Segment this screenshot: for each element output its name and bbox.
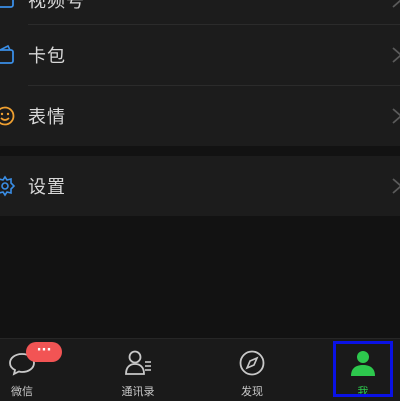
menu-item-emoji[interactable]: 表情 — [0, 86, 400, 146]
menu-group-settings: 设置 — [0, 156, 400, 216]
chevron-right-icon — [392, 178, 400, 194]
tab-label: 通讯录 — [121, 385, 155, 398]
menu-item-label: 表情 — [28, 107, 66, 128]
menu-item-settings[interactable]: 设置 — [0, 156, 400, 216]
chevron-right-icon — [392, 0, 400, 8]
card-wallet-icon — [0, 44, 16, 66]
tab-label: 微信 — [11, 385, 33, 398]
chevron-right-icon — [392, 108, 400, 124]
tab-chats[interactable]: ··· 微信 — [0, 339, 62, 401]
unread-badge: ··· — [26, 342, 62, 362]
compass-icon — [239, 350, 265, 376]
emoji-icon — [0, 105, 16, 127]
menu-item-label: 设置 — [28, 177, 66, 198]
menu-item-card-wallet[interactable]: 卡包 — [0, 25, 400, 85]
menu-group-primary: 视频号 卡包 表情 — [0, 0, 400, 146]
menu-item-label: 卡包 — [28, 46, 66, 67]
tab-contacts[interactable]: 通讯录 — [108, 339, 168, 401]
menu-item-label: 视频号 — [28, 0, 85, 12]
video-icon — [0, 0, 16, 11]
selection-highlight-frame — [333, 341, 393, 397]
settings-icon — [0, 175, 16, 197]
tab-label: 发现 — [241, 385, 263, 398]
tab-discover[interactable]: 发现 — [222, 339, 282, 401]
chevron-right-icon — [392, 47, 400, 63]
contacts-icon — [125, 350, 151, 375]
